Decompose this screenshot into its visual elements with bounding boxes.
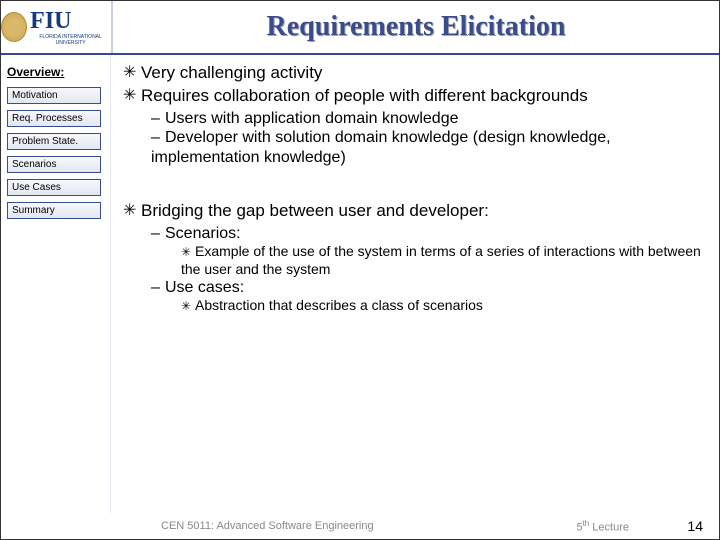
sidebar-item-problem-state[interactable]: Problem State. <box>7 133 101 150</box>
main: Overview: Motivation Req. Processes Prob… <box>1 55 719 513</box>
bullet-1: ✳ Very challenging activity <box>123 63 701 84</box>
sidebar: Overview: Motivation Req. Processes Prob… <box>1 55 111 513</box>
logo: FIU FLORIDA INTERNATIONAL UNIVERSITY <box>1 1 112 53</box>
logo-text: FIU <box>30 8 71 34</box>
footer-course: CEN 5011: Advanced Software Engineering <box>161 520 374 532</box>
sidebar-item-req-processes[interactable]: Req. Processes <box>7 110 101 127</box>
bullet-3: ✳ Bridging the gap between user and deve… <box>123 201 701 222</box>
bullet-icon: ✳ <box>123 201 141 222</box>
logo-seal-icon <box>1 12 27 42</box>
sub-bullet: –Developer with solution domain knowledg… <box>151 128 701 167</box>
subsub-bullet-text: Example of the use of the system in term… <box>181 243 701 276</box>
content: ✳ Very challenging activity ✳ Requires c… <box>111 55 719 513</box>
sub-bullet-text: Scenarios: <box>165 225 241 242</box>
bullet-icon: ✳ <box>181 245 195 260</box>
sidebar-item-scenarios[interactable]: Scenarios <box>7 156 101 173</box>
sidebar-heading: Overview: <box>7 65 104 79</box>
sub-bullet: –Use cases: <box>151 278 701 298</box>
bullet-3-text: Bridging the gap between user and develo… <box>141 201 489 222</box>
sidebar-item-use-cases[interactable]: Use Cases <box>7 179 101 196</box>
subsub-bullet: ✳Abstraction that describes a class of s… <box>181 297 701 314</box>
footer: CEN 5011: Advanced Software Engineering … <box>1 513 719 539</box>
footer-lecture: 5th Lecture <box>576 519 629 534</box>
sub-bullet-text: Use cases: <box>165 279 244 296</box>
bullet-icon: ✳ <box>123 86 141 107</box>
sidebar-item-summary[interactable]: Summary <box>7 202 101 219</box>
bullet-2: ✳ Requires collaboration of people with … <box>123 86 701 107</box>
sub-bullet-text: Users with application domain knowledge <box>165 110 459 127</box>
subsub-bullet: ✳Example of the use of the system in ter… <box>181 243 701 277</box>
logo-subtext: FLORIDA INTERNATIONAL UNIVERSITY <box>30 34 111 46</box>
sub-bullet: –Scenarios: <box>151 224 701 244</box>
subsub-bullet-text: Abstraction that describes a class of sc… <box>195 297 483 313</box>
sub-bullet-text: Developer with solution domain knowledge… <box>151 129 611 166</box>
bullet-icon: ✳ <box>123 63 141 84</box>
page-title: Requirements Elicitation <box>267 11 566 43</box>
header: FIU FLORIDA INTERNATIONAL UNIVERSITY Req… <box>1 1 719 55</box>
footer-page-number: 14 <box>687 518 703 534</box>
bullet-1-text: Very challenging activity <box>141 63 322 84</box>
title-area: Requirements Elicitation <box>112 1 719 53</box>
sidebar-item-motivation[interactable]: Motivation <box>7 87 101 104</box>
bullet-icon: ✳ <box>181 299 195 314</box>
sub-bullet: –Users with application domain knowledge <box>151 109 701 129</box>
bullet-2-text: Requires collaboration of people with di… <box>141 86 588 107</box>
